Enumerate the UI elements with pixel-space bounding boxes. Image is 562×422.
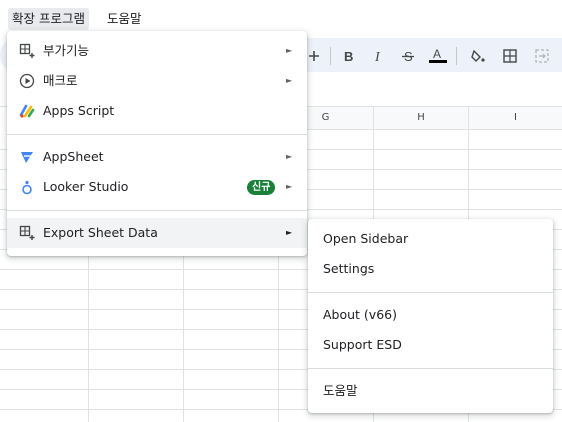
menu-item-looker-studio[interactable]: Looker Studio 신규 ► <box>7 172 307 202</box>
menu-item-label: Apps Script <box>43 103 115 118</box>
menu-item-label: Settings <box>323 261 375 276</box>
submenu-arrow-icon: ► <box>286 152 293 161</box>
menu-item-support-esd[interactable]: Support ESD <box>308 330 553 360</box>
apps-script-icon <box>19 103 35 119</box>
menu-item-label: 부가기능 <box>43 43 90 58</box>
menu-item-export-sheet-data[interactable]: Export Sheet Data ► <box>7 218 307 248</box>
merge-cells-icon[interactable] <box>530 44 554 68</box>
submenu-arrow-icon: ► <box>286 46 293 55</box>
addon-icon <box>19 225 35 241</box>
menu-item-label: AppSheet <box>43 149 104 164</box>
menu-item-label: 매크로 <box>43 73 78 88</box>
appsheet-icon <box>19 149 35 165</box>
submenu-arrow-icon: ► <box>286 228 293 237</box>
menu-item-settings[interactable]: Settings <box>308 254 553 284</box>
new-badge: 신규 <box>247 180 276 195</box>
column-header-i[interactable]: I <box>469 107 562 130</box>
menu-divider <box>308 368 553 369</box>
menu-item-label: 도움말 <box>323 383 358 398</box>
menu-extensions[interactable]: 확장 프로그램 <box>8 8 89 30</box>
menu-divider <box>7 134 307 135</box>
menu-item-apps-script[interactable]: Apps Script <box>7 96 307 126</box>
submenu-arrow-icon: ► <box>286 182 293 191</box>
extensions-menu: 부가기능 ► 매크로 ► Apps Script AppSheet ► Look… <box>7 31 307 256</box>
menu-item-about[interactable]: About (v66) <box>308 300 553 330</box>
menu-item-help[interactable]: 도움말 <box>308 376 553 406</box>
svg-text:B: B <box>344 49 353 63</box>
menu-item-label: Support ESD <box>323 337 402 352</box>
menu-item-label: Export Sheet Data <box>43 225 158 240</box>
svg-text:A: A <box>433 47 441 61</box>
looker-studio-icon <box>19 179 35 195</box>
text-color-icon[interactable]: A <box>426 44 450 68</box>
macro-play-icon <box>19 73 35 89</box>
menu-item-open-sidebar[interactable]: Open Sidebar <box>308 224 553 254</box>
svg-text:I: I <box>374 50 381 63</box>
strikethrough-icon[interactable]: S <box>396 44 420 68</box>
menu-item-appsheet[interactable]: AppSheet ► <box>7 142 307 172</box>
export-sheet-data-submenu: Open Sidebar Settings About (v66) Suppor… <box>308 219 553 413</box>
menu-help[interactable]: 도움말 <box>103 8 146 30</box>
addon-icon <box>19 43 35 59</box>
menu-item-label: About (v66) <box>323 307 397 322</box>
toolbar-divider <box>456 47 457 65</box>
fill-color-icon[interactable] <box>466 44 490 68</box>
menu-item-label: Open Sidebar <box>323 231 409 246</box>
menu-divider <box>308 292 553 293</box>
submenu-arrow-icon: ► <box>286 76 293 85</box>
menu-item-addons[interactable]: 부가기능 ► <box>7 36 307 66</box>
borders-icon[interactable] <box>498 44 522 68</box>
menu-divider <box>7 210 307 211</box>
bold-icon[interactable]: B <box>336 44 360 68</box>
toolbar-divider <box>330 47 331 65</box>
menu-item-macros[interactable]: 매크로 ► <box>7 66 307 96</box>
column-header-h[interactable]: H <box>374 107 469 130</box>
italic-icon[interactable]: I <box>366 44 390 68</box>
menu-item-label: Looker Studio <box>43 179 129 194</box>
